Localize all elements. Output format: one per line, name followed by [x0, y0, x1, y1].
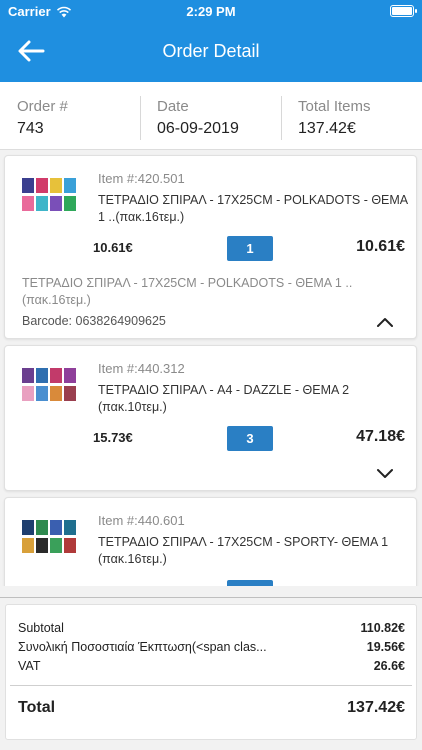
header-bar: Carrier 2:29 PM Order Detail [0, 0, 422, 82]
quantity-button[interactable]: 1 [227, 236, 273, 261]
order-item-card[interactable]: Item #:440.312 ΤΕΤΡΑΔΙΟ ΣΠΙΡΑΛ - A4 - DA… [4, 345, 417, 491]
grand-total-value: 137.42€ [347, 699, 405, 716]
battery-icon [390, 5, 417, 17]
item-name: ΤΕΤΡΑΔΙΟ ΣΠΙΡΑΛ - A4 - DAZZLE - ΘΕΜΑ 2 (… [98, 383, 350, 414]
line-total: 10.61€ [356, 238, 405, 255]
quantity-button[interactable]: 3 [227, 426, 273, 451]
total-items-label: Total Items [298, 98, 371, 115]
order-date-value: 06-09-2019 [157, 120, 239, 137]
line-total: 47.18€ [356, 428, 405, 445]
total-items-block: Total Items 137.42€ [298, 98, 371, 138]
divider [10, 685, 412, 686]
grand-total-label: Total [18, 699, 56, 716]
order-items-list[interactable]: Item #:420.501 ΤΕΤΡΑΔΙΟ ΣΠΙΡΑΛ - 17X25CM… [0, 150, 422, 586]
item-description: ΤΕΤΡΑΔΙΟ ΣΠΙΡΑΛ - 17X25CM - POLKADOTS - … [22, 276, 353, 307]
clock: 2:29 PM [186, 4, 236, 19]
item-barcode: Barcode: 0638264909625 [22, 314, 166, 328]
navigation-bar: Order Detail [0, 28, 422, 74]
product-thumbnail [22, 520, 76, 553]
item-number: Item #:420.501 [98, 171, 185, 186]
total-items-value: 137.42€ [298, 120, 356, 137]
discount-value: 19.56€ [366, 640, 405, 654]
item-name: ΤΕΤΡΑΔΙΟ ΣΠΙΡΑΛ - 17X25CM - SPORTY- ΘΕΜΑ… [98, 535, 389, 566]
discount-row: Συνολική Ποσοστιαία Έκπτωση(<span clas..… [18, 640, 405, 654]
vat-value: 26.6€ [373, 659, 405, 673]
order-number-value: 743 [17, 120, 44, 137]
item-number: Item #:440.601 [98, 513, 185, 528]
grand-total-row: Total 137.42€ [18, 699, 405, 717]
unit-price: 10.61€ [93, 240, 133, 255]
product-thumbnail [22, 368, 76, 401]
status-bar: Carrier 2:29 PM [0, 3, 422, 21]
item-name: ΤΕΤΡΑΔΙΟ ΣΠΙΡΑΛ - 17X25CM - POLKADOTS - … [98, 193, 408, 224]
chevron-down-icon[interactable] [376, 467, 394, 479]
discount-label: Συνολική Ποσοστιαία Έκπτωση(<span clas..… [18, 640, 267, 654]
quantity-button[interactable] [227, 580, 273, 586]
product-thumbnail [22, 178, 76, 211]
unit-price: 15.73€ [93, 430, 133, 445]
page-title: Order Detail [162, 41, 260, 61]
order-item-card[interactable]: Item #:420.501 ΤΕΤΡΑΔΙΟ ΣΠΙΡΑΛ - 17X25CM… [4, 155, 417, 339]
order-date-label: Date [157, 98, 189, 115]
vat-label: VAT [18, 659, 41, 673]
divider [0, 597, 422, 598]
order-date-block: Date 06-09-2019 [157, 98, 239, 138]
order-number-block: Order # 743 [17, 98, 68, 138]
order-number-label: Order # [17, 98, 68, 115]
order-summary: Order # 743 Date 06-09-2019 Total Items … [0, 82, 422, 150]
subtotal-value: 110.82€ [360, 621, 406, 635]
chevron-up-icon[interactable] [376, 316, 394, 328]
order-item-card[interactable]: Item #:440.601 ΤΕΤΡΑΔΙΟ ΣΠΙΡΑΛ - 17X25CM… [4, 497, 417, 586]
subtotal-row: Subtotal 110.82€ [18, 621, 405, 635]
subtotal-label: Subtotal [18, 621, 64, 635]
order-totals-panel: Subtotal 110.82€ Συνολική Ποσοστιαία Έκπ… [5, 604, 417, 740]
divider [281, 96, 282, 140]
divider [140, 96, 141, 140]
vat-row: VAT 26.6€ [18, 659, 405, 673]
item-number: Item #:440.312 [98, 361, 185, 376]
